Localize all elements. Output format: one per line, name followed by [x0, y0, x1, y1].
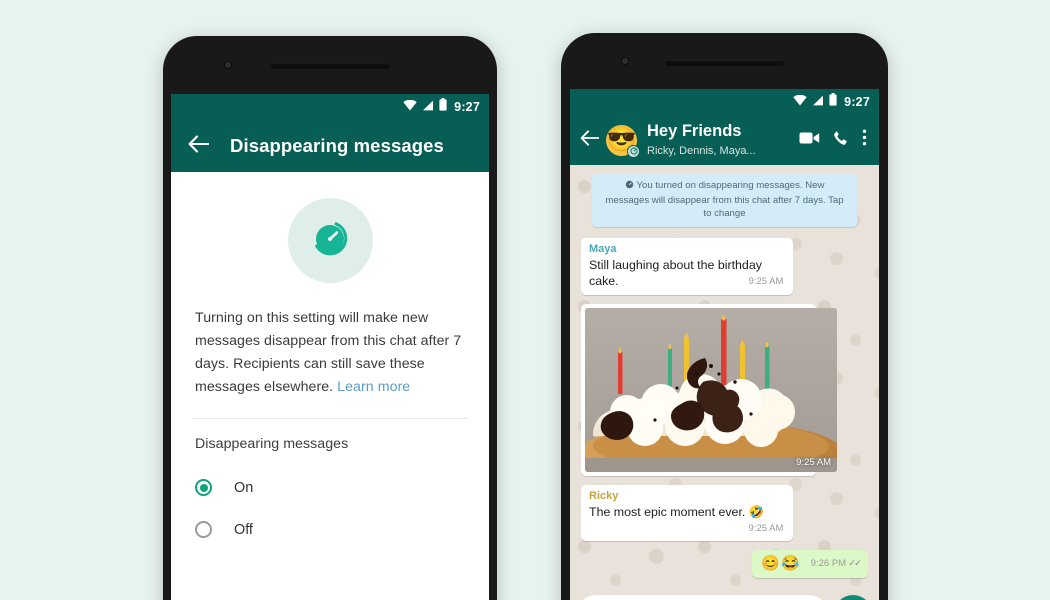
message-row: Maya Still laughing about the birthday c… [581, 237, 868, 295]
avatar[interactable]: 😎 [606, 124, 640, 158]
left-phone-screen: 9:27 Disappearing messages Turning on th… [171, 94, 489, 600]
radio-label-on: On [234, 479, 254, 496]
read-receipt-ticks: ✓✓ [848, 557, 862, 569]
chat-message-list[interactable]: You turned on disappearing messages. New… [570, 165, 879, 600]
message-row: Ricky The most epic moment ever. 🤣 9:25 … [581, 484, 868, 541]
settings-description: Turning on this setting will make new me… [171, 307, 489, 399]
message-sender: Maya [589, 242, 617, 255]
phone-bezel-top [561, 33, 888, 89]
birthday-cake-photo[interactable]: 9:25 AM [585, 307, 837, 472]
radio-option-off[interactable]: Off [171, 509, 489, 550]
message-time: 9:25 AM [748, 276, 784, 288]
message-input-bar: Type a message [570, 595, 879, 600]
disappearing-messages-settings: Turning on this setting will make new me… [171, 172, 489, 600]
voice-call-icon[interactable] [833, 130, 849, 151]
right-status-bar: 9:27 [570, 89, 879, 115]
left-app-bar: Disappearing messages [171, 120, 489, 172]
video-call-icon[interactable] [799, 131, 820, 150]
page-title: Disappearing messages [230, 135, 444, 156]
right-status-time: 9:27 [844, 95, 870, 109]
chat-title: Hey Friends [647, 121, 742, 140]
chat-header-actions [799, 129, 870, 151]
message-row: 9:25 AM [581, 303, 868, 476]
more-options-icon[interactable] [862, 129, 867, 151]
message-sender: Ricky [589, 489, 619, 502]
wifi-icon [793, 93, 807, 111]
outgoing-time: 9:26 PM [810, 557, 847, 569]
hero-circle [287, 198, 373, 283]
radio-button-on[interactable] [195, 479, 212, 496]
message-bubble-outgoing[interactable]: 😊😂 9:26 PM ✓✓ [752, 549, 868, 578]
earpiece-speaker [665, 60, 785, 66]
battery-icon [439, 98, 447, 116]
radio-label-off: Off [234, 521, 253, 538]
right-phone-screen: 9:27 😎 Hey Friends Ricky, Dennis, Maya..… [570, 89, 879, 600]
left-phone-device: 9:27 Disappearing messages Turning on th… [163, 36, 497, 600]
wifi-icon [403, 98, 417, 116]
message-time: 9:26 PM ✓✓ [810, 557, 862, 569]
signal-icon [422, 98, 434, 116]
message-text: The most epic moment ever. 🤣 9:25 AM [589, 504, 785, 534]
message-bubble-incoming[interactable]: Maya Still laughing about the birthday c… [581, 237, 794, 295]
message-body: 😊😂 [761, 554, 801, 572]
timer-icon [306, 214, 354, 267]
phone-bezel-top [163, 36, 497, 94]
chat-scroll-area: You turned on disappearing messages. New… [581, 174, 868, 578]
chat-header-names[interactable]: Hey Friends Ricky, Dennis, Maya... [647, 122, 792, 159]
message-row: 😊😂 9:26 PM ✓✓ [581, 549, 868, 578]
radio-button-off[interactable] [195, 521, 212, 538]
right-phone-device: 9:27 😎 Hey Friends Ricky, Dennis, Maya..… [561, 33, 888, 600]
message-time: 9:25 AM [748, 523, 784, 535]
timer-icon [625, 180, 634, 194]
microphone-icon[interactable] [834, 595, 872, 600]
battery-icon [829, 93, 837, 111]
left-status-time: 9:27 [454, 100, 480, 114]
earpiece-speaker [270, 63, 390, 69]
left-status-bar: 9:27 [171, 94, 489, 120]
avatar-timer-badge-icon [627, 144, 640, 158]
system-notice-disappearing-messages[interactable]: You turned on disappearing messages. New… [592, 174, 857, 227]
message-body: Still laughing about the birthday cake. [589, 258, 762, 289]
learn-more-link[interactable]: Learn more [337, 379, 410, 395]
chat-participants: Ricky, Dennis, Maya... [647, 144, 756, 157]
chat-app-bar: 😎 Hey Friends Ricky, Dennis, Maya... [570, 115, 879, 165]
photo-timestamp: 9:25 AM [796, 456, 831, 468]
front-camera-icon [224, 61, 232, 69]
front-camera-icon [621, 57, 629, 65]
message-bubble-incoming[interactable]: Ricky The most epic moment ever. 🤣 9:25 … [581, 484, 794, 541]
system-notice-text: You turned on disappearing messages. New… [605, 180, 844, 220]
message-text: Still laughing about the birthday cake. … [589, 257, 785, 290]
settings-description-text: Turning on this setting will make new me… [195, 310, 462, 395]
radio-option-on[interactable]: On [171, 467, 489, 508]
message-body: The most epic moment ever. 🤣 [589, 504, 765, 519]
message-bubble-image[interactable]: 9:25 AM [581, 303, 837, 476]
section-label-disappearing-messages: Disappearing messages [195, 436, 349, 452]
signal-icon [812, 93, 824, 111]
hero-illustration [171, 172, 489, 307]
back-arrow-icon[interactable] [580, 129, 600, 151]
back-arrow-icon[interactable] [188, 134, 210, 158]
message-input-pill[interactable]: Type a message [577, 595, 828, 600]
